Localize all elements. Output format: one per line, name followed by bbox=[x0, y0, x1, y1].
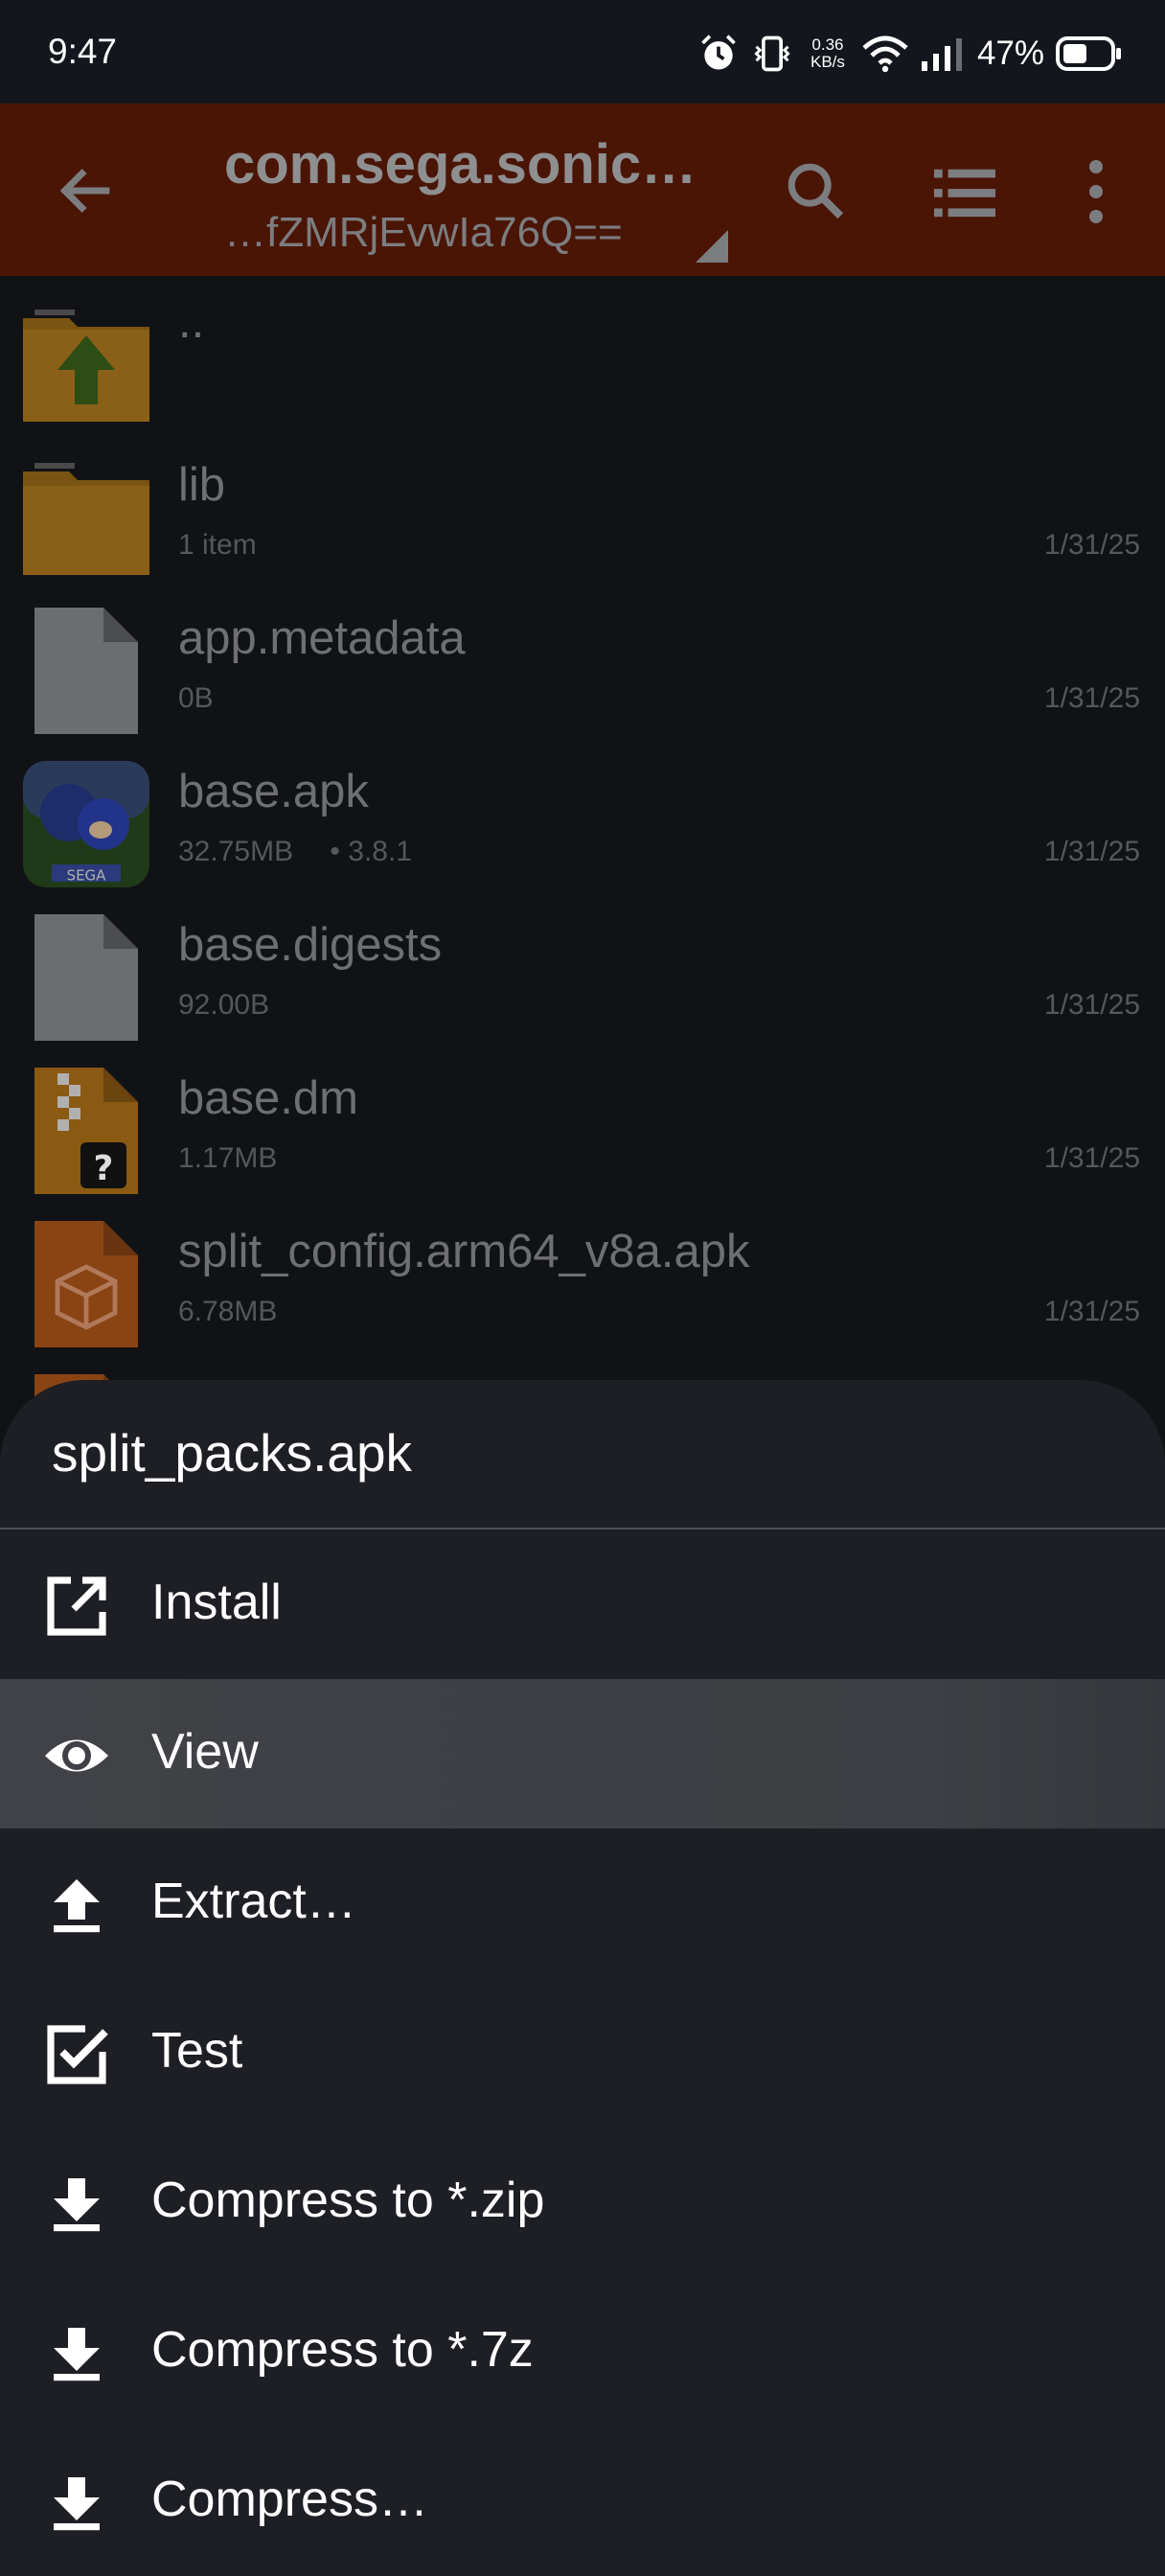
list-item[interactable]: SEGA base.apk 32.75MB • 3.8.1 1/31/25 bbox=[0, 736, 1165, 889]
menu-item-test[interactable]: Test bbox=[0, 1978, 1165, 2128]
status-icons: 0.36 KB/s 47% bbox=[697, 27, 1123, 80]
sonic-app-icon: SEGA bbox=[23, 761, 149, 887]
network-speed-value: 0.36 bbox=[811, 35, 844, 54]
file-name: lib bbox=[178, 459, 226, 511]
list-item[interactable]: .. bbox=[0, 276, 1165, 429]
menu-item-install[interactable]: Install bbox=[0, 1530, 1165, 1679]
file-meta: 1 item bbox=[178, 529, 257, 561]
menu-item-label: Extract… bbox=[151, 1874, 356, 1929]
download-icon bbox=[54, 2178, 100, 2232]
file-date: 1/31/25 bbox=[1043, 1142, 1140, 1174]
download-icon bbox=[54, 2477, 100, 2531]
file-name: base.digests bbox=[178, 919, 443, 971]
back-arrow-icon[interactable] bbox=[54, 157, 121, 224]
network-speed: 0.36 KB/s bbox=[805, 36, 851, 71]
menu-item-label: Compress to *.zip bbox=[151, 2173, 545, 2228]
menu-item-view[interactable]: View bbox=[0, 1679, 1165, 1828]
menu-item-extract[interactable]: Extract… bbox=[0, 1828, 1165, 1978]
file-name: app.metadata bbox=[178, 612, 466, 664]
sheet-title: split_packs.apk bbox=[52, 1423, 413, 1483]
file-name: .. bbox=[178, 296, 205, 348]
wifi-icon bbox=[862, 35, 908, 73]
file-name: base.dm bbox=[178, 1072, 358, 1124]
file-meta: 0B bbox=[178, 682, 214, 714]
eye-icon bbox=[45, 1739, 108, 1772]
menu-item-compress-7z[interactable]: Compress to *.7z bbox=[0, 2277, 1165, 2426]
list-item[interactable]: lib 1 item 1/31/25 bbox=[0, 429, 1165, 583]
alarm-icon bbox=[701, 34, 736, 70]
file-date: 1/31/25 bbox=[1043, 682, 1140, 714]
file-meta: 92.00B bbox=[178, 989, 270, 1021]
file-name: base.apk bbox=[178, 766, 369, 817]
checkbox-icon bbox=[47, 2025, 108, 2084]
apk-package-icon bbox=[34, 1221, 138, 1347]
menu-item-label: Compress to *.7z bbox=[151, 2322, 534, 2378]
vibrate-icon bbox=[754, 35, 790, 72]
menu-item-compress-zip[interactable]: Compress to *.zip bbox=[0, 2128, 1165, 2277]
folder-icon bbox=[23, 463, 149, 575]
page-title: com.sega.sonic… bbox=[224, 133, 697, 196]
menu-item-label: Install bbox=[151, 1575, 282, 1630]
path-dropdown-icon[interactable] bbox=[696, 230, 728, 263]
status-time: 9:47 bbox=[48, 32, 118, 71]
list-view-icon[interactable] bbox=[931, 161, 998, 222]
file-date: 1/31/25 bbox=[1043, 529, 1140, 561]
svg-text:?: ? bbox=[94, 1149, 114, 1188]
app-version: • 3.8.1 bbox=[330, 836, 412, 867]
menu-item-compress[interactable]: Compress… bbox=[0, 2426, 1165, 2576]
file-meta: 1.17MB bbox=[178, 1142, 278, 1174]
search-icon[interactable] bbox=[782, 157, 849, 224]
svg-text:SEGA: SEGA bbox=[67, 867, 107, 885]
file-icon bbox=[34, 914, 138, 1041]
upload-icon bbox=[54, 1879, 100, 1933]
more-vert-icon[interactable] bbox=[1077, 157, 1115, 226]
battery-icon bbox=[1056, 36, 1121, 71]
list-item[interactable]: app.metadata 0B 1/31/25 bbox=[0, 583, 1165, 736]
folder-up-icon bbox=[23, 310, 149, 422]
file-meta: 6.78MB bbox=[178, 1296, 278, 1327]
signal-icon bbox=[921, 38, 962, 71]
list-item[interactable]: split_config.arm64_v8a.apk 6.78MB 1/31/2… bbox=[0, 1196, 1165, 1349]
battery-percent: 47% bbox=[976, 34, 1044, 72]
list-item[interactable]: base.digests 92.00B 1/31/25 bbox=[0, 889, 1165, 1043]
status-bar: 9:47 0.36 KB/s 47% bbox=[0, 0, 1165, 104]
file-name: split_config.arm64_v8a.apk bbox=[178, 1226, 750, 1277]
file-date: 1/31/25 bbox=[1043, 1296, 1140, 1327]
file-meta: 32.75MB • 3.8.1 bbox=[178, 836, 412, 868]
menu-item-label: Test bbox=[151, 2023, 243, 2079]
path-subtitle[interactable]: …fZMRjEvwIa76Q== bbox=[224, 209, 623, 257]
open-external-icon bbox=[47, 1576, 106, 1636]
action-bottom-sheet: split_packs.apk Install View Extract… Te… bbox=[0, 1380, 1165, 2576]
list-item[interactable]: ? base.dm 1.17MB 1/31/25 bbox=[0, 1043, 1165, 1196]
file-icon bbox=[34, 608, 138, 734]
file-date: 1/31/25 bbox=[1043, 989, 1140, 1021]
network-speed-unit: KB/s bbox=[810, 53, 845, 71]
menu-item-label: View bbox=[151, 1724, 259, 1780]
file-size: 32.75MB bbox=[178, 836, 294, 867]
menu-item-label: Compress… bbox=[151, 2472, 428, 2527]
app-bar: com.sega.sonic… …fZMRjEvwIa76Q== bbox=[0, 104, 1165, 276]
unknown-archive-icon: ? bbox=[34, 1068, 138, 1194]
download-icon bbox=[54, 2328, 100, 2381]
file-date: 1/31/25 bbox=[1043, 836, 1140, 867]
